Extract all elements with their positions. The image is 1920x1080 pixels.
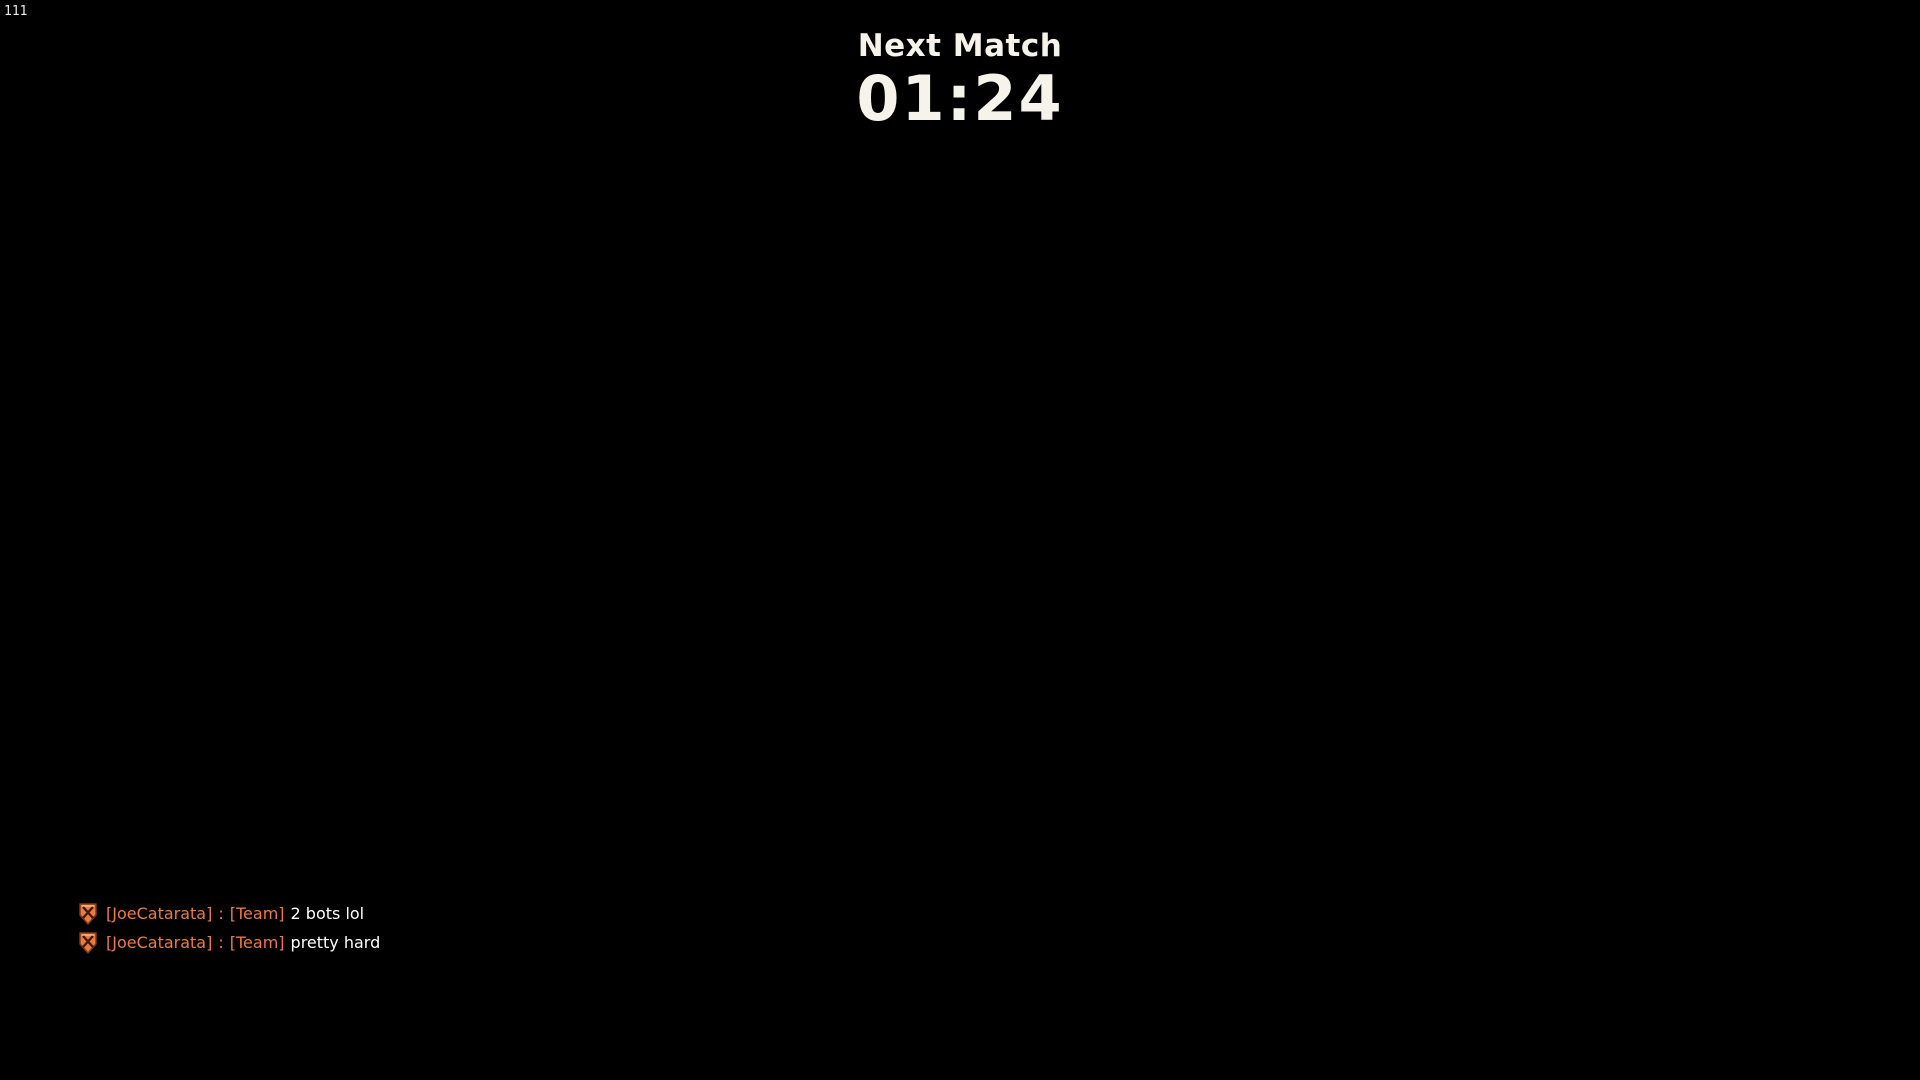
chat-message-text: 2 bots lol (290, 904, 365, 923)
timer-title: Next Match (857, 28, 1063, 64)
chat-message-text: pretty hard (290, 933, 381, 952)
chat-sender: [JoeCatarata] (106, 904, 213, 923)
next-match-timer: Next Match 01:24 (0, 26, 1920, 134)
game-screen: 111 Next Match 01:24 [JoeCatarata] : [Te… (0, 0, 1920, 1080)
chat-sender: [JoeCatarata] (106, 933, 213, 952)
fps-counter: 111 (4, 4, 28, 19)
chat-log: [JoeCatarata] : [Team] 2 bots lol [JoeCa… (78, 899, 380, 957)
chat-message: [JoeCatarata] : [Team] pretty hard (78, 928, 380, 957)
team-shield-icon (78, 931, 98, 955)
team-shield-icon (78, 902, 98, 926)
chat-channel: [Team] (229, 933, 285, 952)
chat-separator: : (218, 933, 224, 952)
chat-separator: : (218, 904, 224, 923)
chat-message: [JoeCatarata] : [Team] 2 bots lol (78, 899, 380, 928)
chat-channel: [Team] (229, 904, 285, 923)
timer-countdown: 01:24 (856, 62, 1064, 135)
